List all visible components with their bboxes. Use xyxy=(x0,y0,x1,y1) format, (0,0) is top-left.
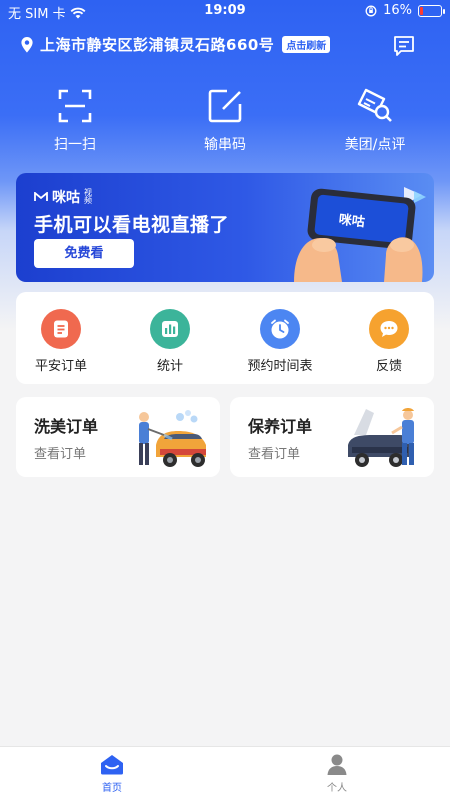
car-wash-orders-card[interactable]: 洗美订单 查看订单 xyxy=(16,397,220,477)
battery-percent: 16% xyxy=(383,3,412,18)
feedback-tool[interactable]: 反馈 xyxy=(344,309,434,374)
voucher-search-icon xyxy=(357,88,392,122)
message-icon[interactable] xyxy=(392,34,416,58)
banner-title: 手机可以看电视直播了 xyxy=(34,214,230,236)
clock-icon xyxy=(271,319,289,339)
chat-bubble-icon xyxy=(380,321,398,337)
status-bar: 无 SIM 卡 19:09 16% xyxy=(0,0,450,24)
phone-in-hands-illustration: 咪咕 xyxy=(294,187,426,282)
home-icon xyxy=(101,755,123,775)
location-address: 上海市静安区彭浦镇灵石路660号 xyxy=(40,36,275,54)
bar-chart-icon xyxy=(162,321,178,337)
meituan-dianping-action[interactable]: 美团/点评 xyxy=(315,88,435,154)
battery-icon xyxy=(418,4,445,17)
migu-promo-banner[interactable]: 咪咕 视频 手机可以看电视直播了 免费看 咪咕 xyxy=(16,173,434,282)
status-right: 16% xyxy=(365,3,445,18)
migu-logo-icon xyxy=(34,192,48,201)
banner-brand: 咪咕 视频 xyxy=(34,187,94,207)
feedback-label: 反馈 xyxy=(375,359,402,374)
document-icon xyxy=(54,320,68,338)
tab-profile-label: 个人 xyxy=(327,783,347,794)
scan-label: 扫一扫 xyxy=(54,137,96,153)
appointment-schedule-icon-circle xyxy=(260,309,300,349)
battery-level-fill xyxy=(420,6,424,15)
tab-home-label: 首页 xyxy=(102,783,122,794)
car-wash-illustration xyxy=(139,410,206,467)
location-pin-icon xyxy=(21,36,33,52)
appointment-schedule-label: 预约时间表 xyxy=(247,359,313,374)
enter-code-action[interactable]: 输串码 xyxy=(165,88,285,154)
orientation-lock-icon xyxy=(365,5,377,16)
appointment-schedule-tool[interactable]: 预约时间表 xyxy=(235,309,325,374)
meituan-dianping-label: 美团/点评 xyxy=(344,137,406,153)
location-bar[interactable]: 上海市静安区彭浦镇灵石路660号 点击刷新 xyxy=(20,34,331,55)
maintenance-orders-subtitle: 查看订单 xyxy=(248,447,301,462)
banner-brand-sub: 视频 xyxy=(84,188,92,205)
maintenance-orders-title: 保养订单 xyxy=(248,417,313,436)
car-repair-illustration xyxy=(348,408,414,467)
banner-brand-name: 咪咕 xyxy=(52,190,80,206)
statistics-tool[interactable]: 统计 xyxy=(125,309,215,374)
person-icon xyxy=(327,754,347,775)
car-wash-orders-subtitle: 查看订单 xyxy=(34,447,87,462)
quick-actions: 扫一扫 输串码 美团/点评 xyxy=(0,88,450,158)
scan-icon xyxy=(58,89,92,123)
enter-code-label: 输串码 xyxy=(204,137,246,153)
edit-code-icon xyxy=(208,89,242,123)
scan-action[interactable]: 扫一扫 xyxy=(15,88,135,154)
feedback-icon-circle xyxy=(369,309,409,349)
phone-screen-brand: 咪咕 xyxy=(338,212,366,231)
statistics-label: 统计 xyxy=(156,359,183,374)
pingan-orders-label: 平安订单 xyxy=(34,359,87,374)
tab-home[interactable]: 首页 xyxy=(72,753,152,794)
tools-card: 平安订单 统计 预约时间表 反馈 xyxy=(16,292,434,384)
watch-free-button[interactable]: 免费看 xyxy=(34,239,134,268)
car-wash-orders-title: 洗美订单 xyxy=(34,417,99,436)
pingan-orders-icon-circle xyxy=(41,309,81,349)
maintenance-orders-card[interactable]: 保养订单 查看订单 xyxy=(230,397,434,477)
pingan-orders-tool[interactable]: 平安订单 xyxy=(16,309,106,374)
tab-profile[interactable]: 个人 xyxy=(297,753,377,794)
bottom-tab-bar: 首页 个人 xyxy=(0,746,450,800)
statistics-icon-circle xyxy=(150,309,190,349)
refresh-location-button[interactable]: 点击刷新 xyxy=(282,36,331,53)
